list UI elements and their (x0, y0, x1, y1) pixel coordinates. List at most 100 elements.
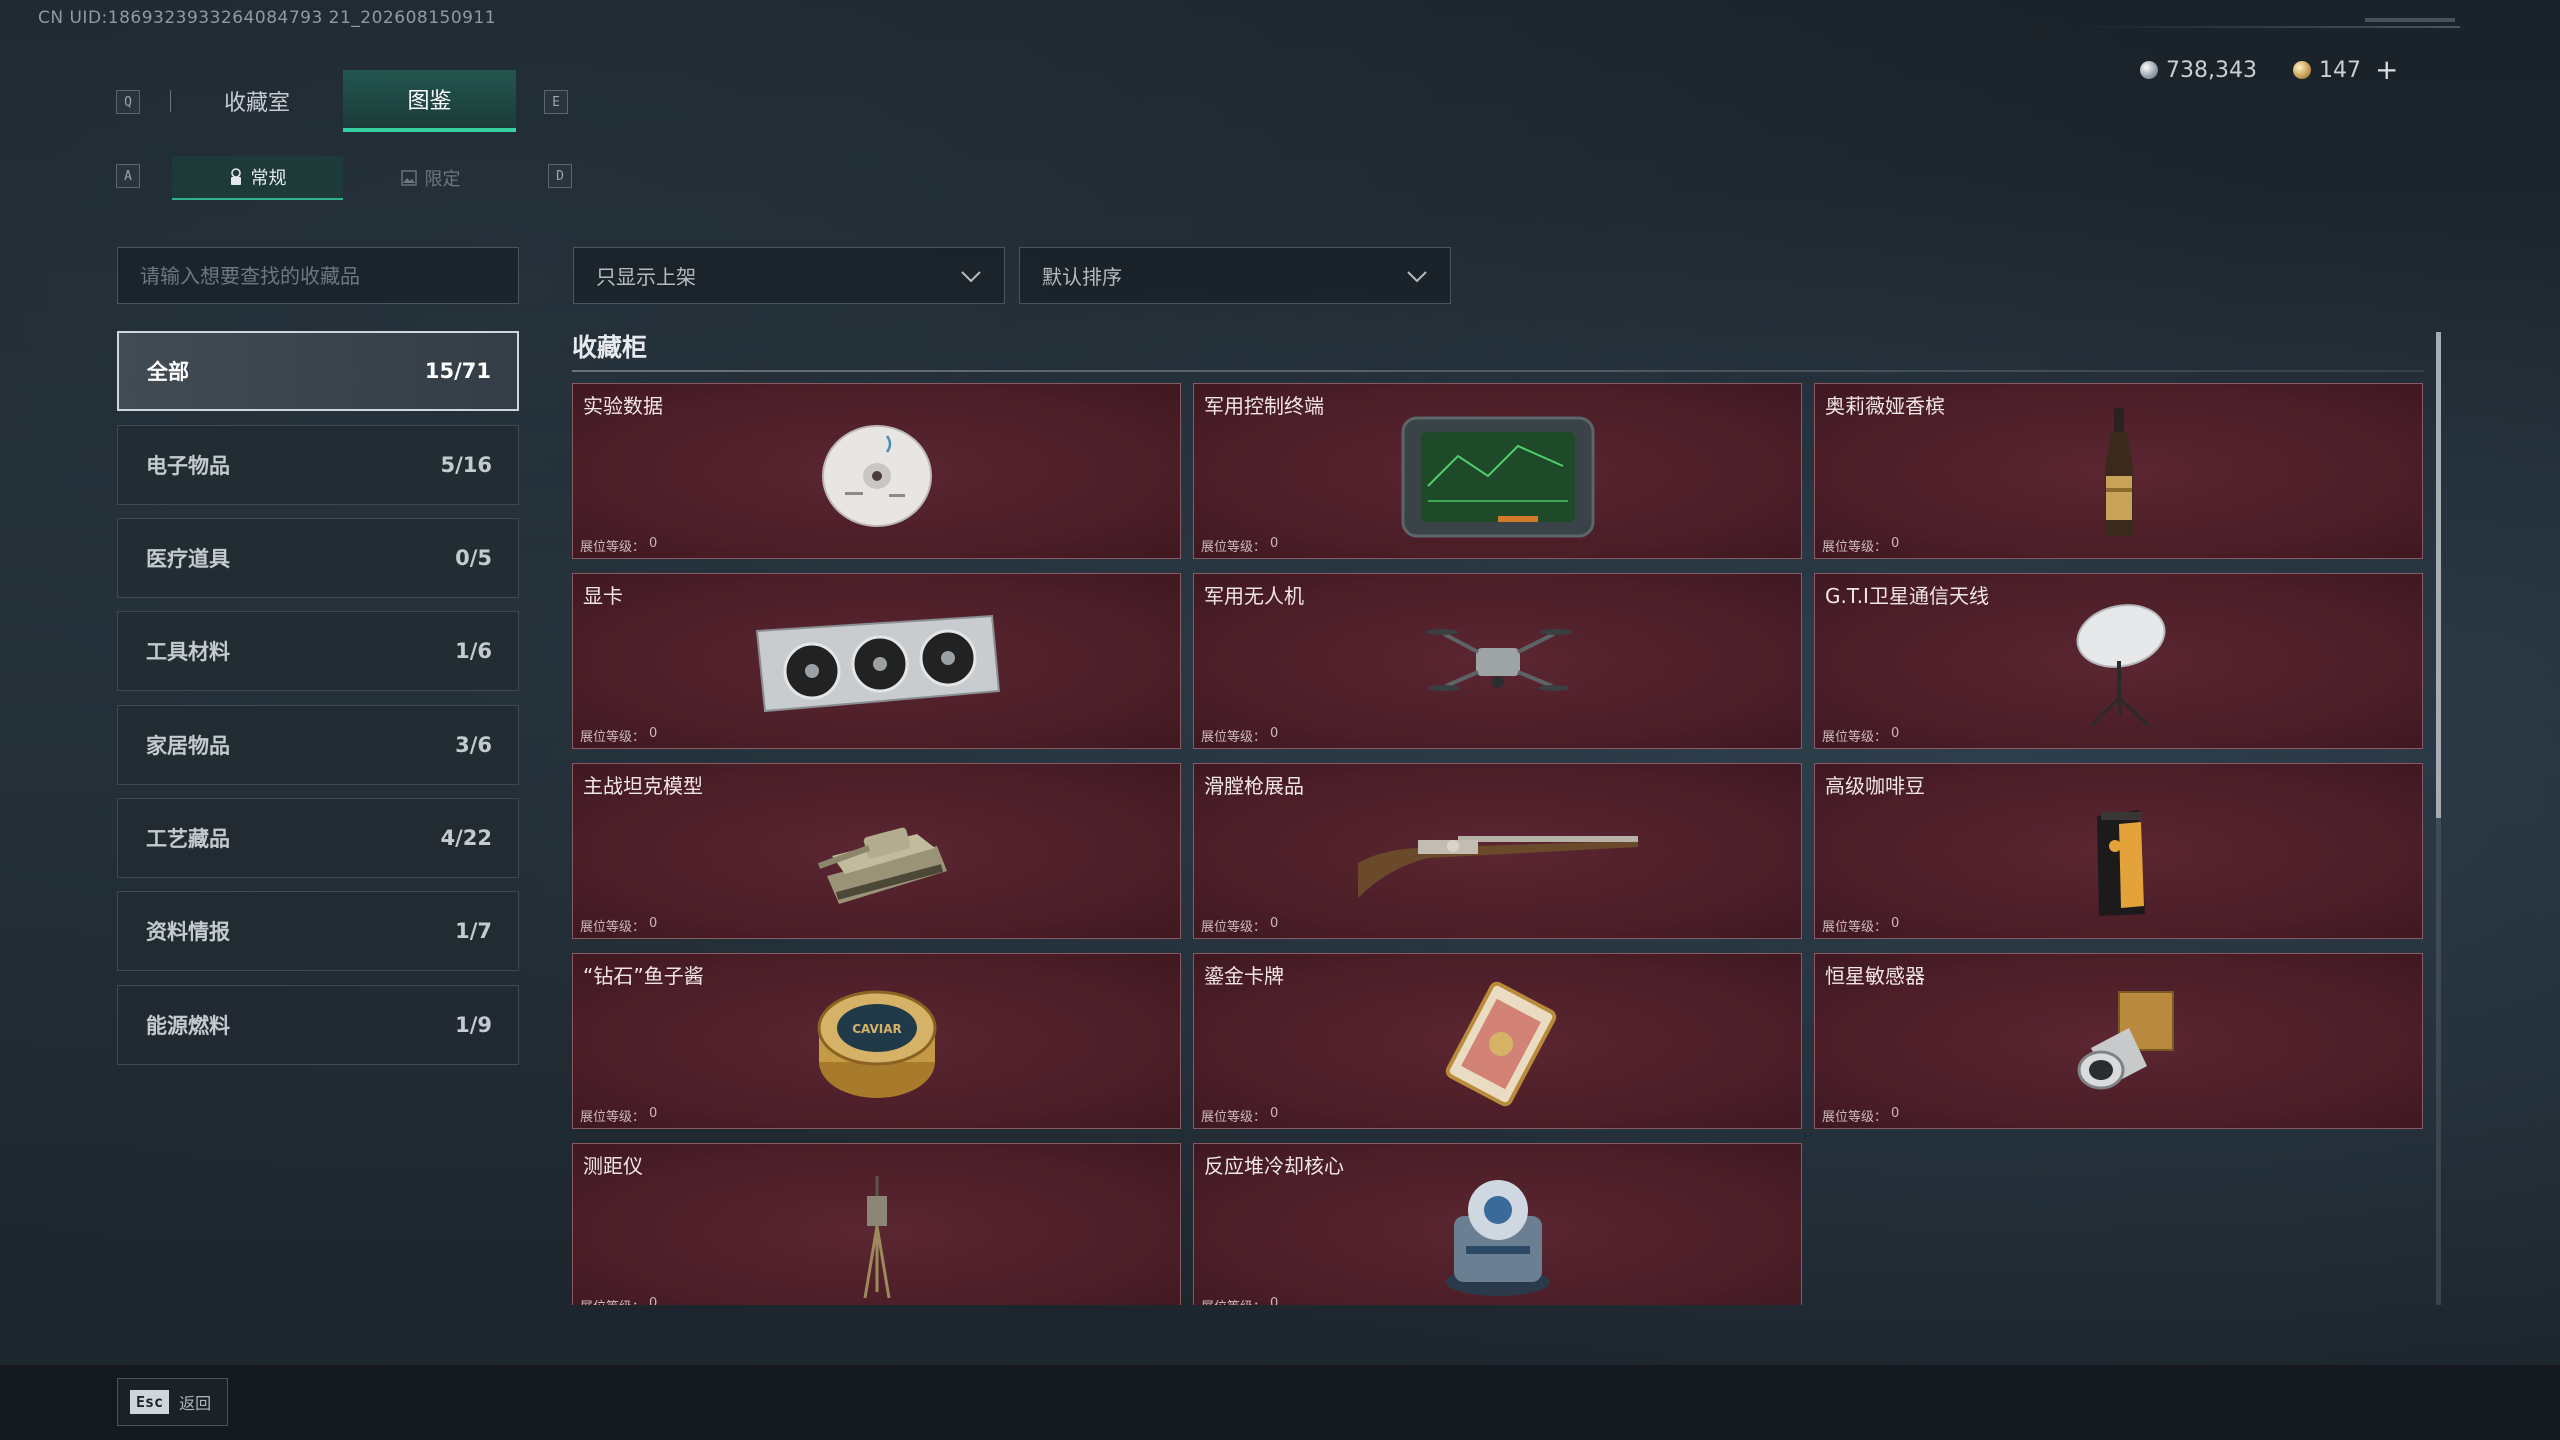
booth-level: 展位等级： 0 (580, 916, 657, 935)
booth-level: 展位等级： 0 (1822, 916, 1899, 935)
item-name: 军用无人机 (1204, 584, 1304, 608)
esc-key-hint: Esc (130, 1390, 170, 1414)
shelf-filter-dropdown[interactable]: 只显示上架 (573, 247, 1005, 304)
category-label: 能源燃料 (146, 1014, 230, 1038)
category-count: 15/71 (424, 359, 491, 383)
booth-level-label: 展位等级： (1201, 1110, 1267, 1125)
booth-level: 展位等级： 0 (580, 726, 657, 745)
booth-level-value: 0 (1891, 536, 1900, 551)
back-button[interactable]: Esc 返回 (117, 1378, 228, 1426)
collection-card[interactable]: 奥莉薇娅香槟 展位等级： 0 (1814, 383, 2423, 559)
key-hint-e: E (544, 90, 568, 114)
collection-card[interactable]: 鎏金卡牌 展位等级： 0 (1193, 953, 1802, 1129)
booth-level: 展位等级： 0 (580, 1106, 657, 1125)
category-label: 电子物品 (146, 454, 230, 478)
category-tools[interactable]: 工具材料 1/6 (117, 611, 519, 691)
booth-level-value: 0 (1270, 916, 1279, 931)
booth-level-label: 展位等级： (1201, 730, 1267, 745)
search-box[interactable] (117, 247, 519, 304)
booth-level-value: 0 (1891, 1106, 1900, 1121)
category-crafts[interactable]: 工艺藏品 4/22 (117, 798, 519, 878)
section-divider (572, 370, 2424, 372)
booth-level: 展位等级： 0 (1201, 726, 1278, 745)
booth-level-label: 展位等级： (580, 730, 646, 745)
booth-level: 展位等级： 0 (1201, 1106, 1278, 1125)
chevron-down-icon (961, 270, 981, 282)
collection-card[interactable]: 反应堆冷却核心 展位等级： 0 (1193, 1143, 1802, 1305)
collection-card[interactable]: 测距仪 展位等级： 0 (572, 1143, 1181, 1305)
category-count: 4/22 (440, 826, 492, 850)
booth-level: 展位等级： 0 (1822, 1106, 1899, 1125)
graphics-card-icon (755, 614, 1000, 713)
collection-card[interactable]: 高级咖啡豆 展位等级： 0 (1814, 763, 2423, 939)
item-name: 恒星敏感器 (1825, 964, 1925, 988)
silver-currency: 738,343 (2140, 55, 2257, 85)
category-label: 家居物品 (146, 734, 230, 758)
category-energy[interactable]: 能源燃料 1/9 (117, 985, 519, 1065)
key-hint-q: Q (116, 90, 140, 114)
collection-card[interactable]: G.T.I卫星通信天线 展位等级： 0 (1814, 573, 2423, 749)
satellite-dish-icon (2076, 604, 2165, 728)
category-count: 3/6 (455, 733, 492, 757)
category-label: 工具材料 (146, 640, 230, 664)
star-sensor-icon (2077, 991, 2174, 1090)
booth-level-label: 展位等级： (1822, 920, 1888, 935)
category-count: 0/5 (455, 546, 492, 570)
scrollbar-thumb[interactable] (2436, 332, 2441, 818)
category-medical[interactable]: 医疗道具 0/5 (117, 518, 519, 598)
collection-card[interactable]: 显卡 展位等级： 0 (572, 573, 1181, 749)
booth-level-label: 展位等级： (1822, 540, 1888, 555)
collection-card[interactable]: 军用无人机 展位等级： 0 (1193, 573, 1802, 749)
category-label: 医疗道具 (146, 547, 230, 571)
collection-card[interactable]: 军用控制终端 展位等级： 0 (1193, 383, 1802, 559)
item-name: “钻石”鱼子酱 (583, 964, 704, 988)
coffee-bag-icon (2096, 810, 2145, 916)
collection-card[interactable]: “钻石”鱼子酱 CAVIAR 展位等级： 0 (572, 953, 1181, 1129)
top-deco-mark (2365, 18, 2455, 22)
search-input[interactable] (140, 263, 496, 288)
item-name: 军用控制终端 (1204, 394, 1324, 418)
category-all[interactable]: 全部 15/71 (117, 331, 519, 411)
category-label: 全部 (147, 360, 189, 384)
add-currency-button[interactable]: + (2375, 56, 2398, 84)
booth-level-label: 展位等级： (1201, 1296, 1266, 1305)
subtab-regular[interactable]: 常规 (172, 156, 343, 200)
booth-level-label: 展位等级： (1822, 730, 1888, 745)
booth-level-label: 展位等级： (580, 1296, 645, 1305)
subtab-limited[interactable]: 限定 (345, 156, 516, 200)
reactor-core-icon (1445, 1180, 1550, 1296)
item-name: 显卡 (583, 584, 623, 608)
collection-card[interactable]: 实验数据 展位等级： 0 (572, 383, 1181, 559)
category-intel[interactable]: 资料情报 1/7 (117, 891, 519, 971)
booth-level: 展位等级： 0 (1201, 1296, 1278, 1305)
booth-level: 展位等级： 0 (1822, 726, 1899, 745)
silver-coin-icon (2140, 61, 2158, 79)
collection-card[interactable]: 主战坦克模型 展位等级： 0 (572, 763, 1181, 939)
category-label: 工艺藏品 (146, 827, 230, 851)
collection-card[interactable]: 滑膛枪展品 展位等级： 0 (1193, 763, 1802, 939)
category-count: 1/7 (455, 919, 492, 943)
collection-card[interactable]: 恒星敏感器 展位等级： 0 (1814, 953, 2423, 1129)
caviar-tin-icon: CAVIAR (817, 990, 936, 1098)
key-hint-d: D (548, 164, 572, 188)
booth-level-label: 展位等级： (1201, 540, 1267, 555)
subtab-regular-label: 常规 (250, 168, 287, 189)
booth-level-value: 0 (1270, 1106, 1279, 1121)
category-count: 1/9 (455, 1013, 492, 1037)
sort-dropdown[interactable]: 默认排序 (1019, 247, 1451, 304)
item-name: 滑膛枪展品 (1204, 774, 1304, 798)
booth-level-value: 0 (649, 1106, 658, 1121)
tab-collection-room[interactable]: 收藏室 (172, 70, 342, 132)
category-electronics[interactable]: 电子物品 5/16 (117, 425, 519, 505)
booth-level-value: 0 (1891, 916, 1900, 931)
booth-level-value: 0 (1270, 536, 1279, 551)
item-name: 测距仪 (583, 1154, 643, 1178)
chevron-down-icon (1407, 270, 1427, 282)
silver-amount: 738,343 (2166, 57, 2257, 83)
tab-codex[interactable]: 图鉴 (343, 70, 516, 132)
category-household[interactable]: 家居物品 3/6 (117, 705, 519, 785)
section-title: 收藏柜 (572, 333, 648, 362)
gilded-card-icon (1445, 981, 1556, 1107)
item-name: 奥莉薇娅香槟 (1825, 394, 1945, 418)
booth-level-value: 0 (1270, 726, 1279, 741)
